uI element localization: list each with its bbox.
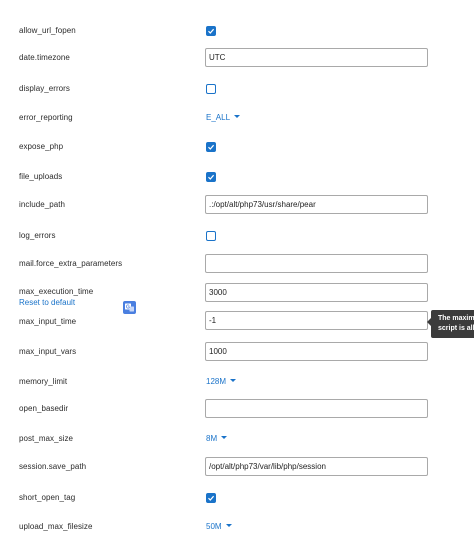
dropdown-value: E_ALL <box>206 113 231 122</box>
check-icon <box>208 174 215 180</box>
include-path-input[interactable] <box>205 195 428 214</box>
setting-label: short_open_tag <box>19 493 76 502</box>
setting-label: date.timezone <box>19 53 70 62</box>
date-timezone-input[interactable] <box>205 48 428 67</box>
svg-text:G: G <box>126 305 130 311</box>
expose-php-checkbox[interactable] <box>206 142 216 152</box>
dropdown-value: 128M <box>206 377 227 386</box>
max-execution-time-input[interactable] <box>205 283 428 302</box>
setting-label: open_basedir <box>19 404 69 413</box>
setting-label: memory_limit <box>19 377 68 386</box>
setting-label: file_uploads <box>19 172 63 181</box>
dropdown-value: 50M <box>206 522 222 531</box>
display-errors-checkbox[interactable] <box>206 84 216 94</box>
tooltip-line: script is all <box>438 325 474 332</box>
caret-down-icon <box>234 115 241 119</box>
caret-down-icon <box>225 524 232 528</box>
setting-label: session.save_path <box>19 462 87 471</box>
session-save-path-input[interactable] <box>205 457 428 476</box>
post-max-size-dropdown[interactable]: 8M <box>206 434 228 443</box>
setting-label: include_path <box>19 200 65 209</box>
caret-down-icon <box>230 379 237 383</box>
setting-label: expose_php <box>19 142 64 151</box>
setting-label: upload_max_filesize <box>19 522 93 531</box>
setting-label: max_input_vars <box>19 347 77 356</box>
tooltip-line: The maximu <box>438 315 474 322</box>
file-uploads-checkbox[interactable] <box>206 172 216 182</box>
dropdown-value: 8M <box>206 434 218 443</box>
upload-max-filesize-dropdown[interactable]: 50M <box>206 522 232 531</box>
setting-label: log_errors <box>19 231 56 240</box>
mail-force-extra-parameters-input[interactable] <box>205 254 428 273</box>
setting-label: max_input_time <box>19 317 77 326</box>
log-errors-checkbox[interactable] <box>206 231 216 241</box>
open-basedir-input[interactable] <box>205 399 428 418</box>
memory-limit-dropdown[interactable]: 128M <box>206 377 237 386</box>
setting-label: allow_url_fopen <box>19 26 76 35</box>
setting-label: mail.force_extra_parameters <box>19 259 123 268</box>
caret-down-icon <box>221 436 228 440</box>
setting-label: error_reporting <box>19 113 73 122</box>
reset-to-default-link[interactable]: Reset to default <box>19 298 75 307</box>
allow-url-fopen-checkbox[interactable] <box>206 26 216 36</box>
check-icon <box>208 144 215 150</box>
short-open-tag-checkbox[interactable] <box>206 493 216 503</box>
check-icon <box>208 28 215 34</box>
error-reporting-dropdown[interactable]: E_ALL <box>206 113 241 122</box>
setting-label: max_execution_time <box>19 287 94 296</box>
setting-label: post_max_size <box>19 434 74 443</box>
check-icon <box>208 495 215 501</box>
max-input-vars-input[interactable] <box>205 342 428 361</box>
setting-label: display_errors <box>19 84 70 93</box>
translate-icon[interactable]: G <box>123 301 136 314</box>
help-tooltip: The maximu script is all <box>431 310 474 338</box>
max-input-time-input[interactable] <box>205 311 428 330</box>
